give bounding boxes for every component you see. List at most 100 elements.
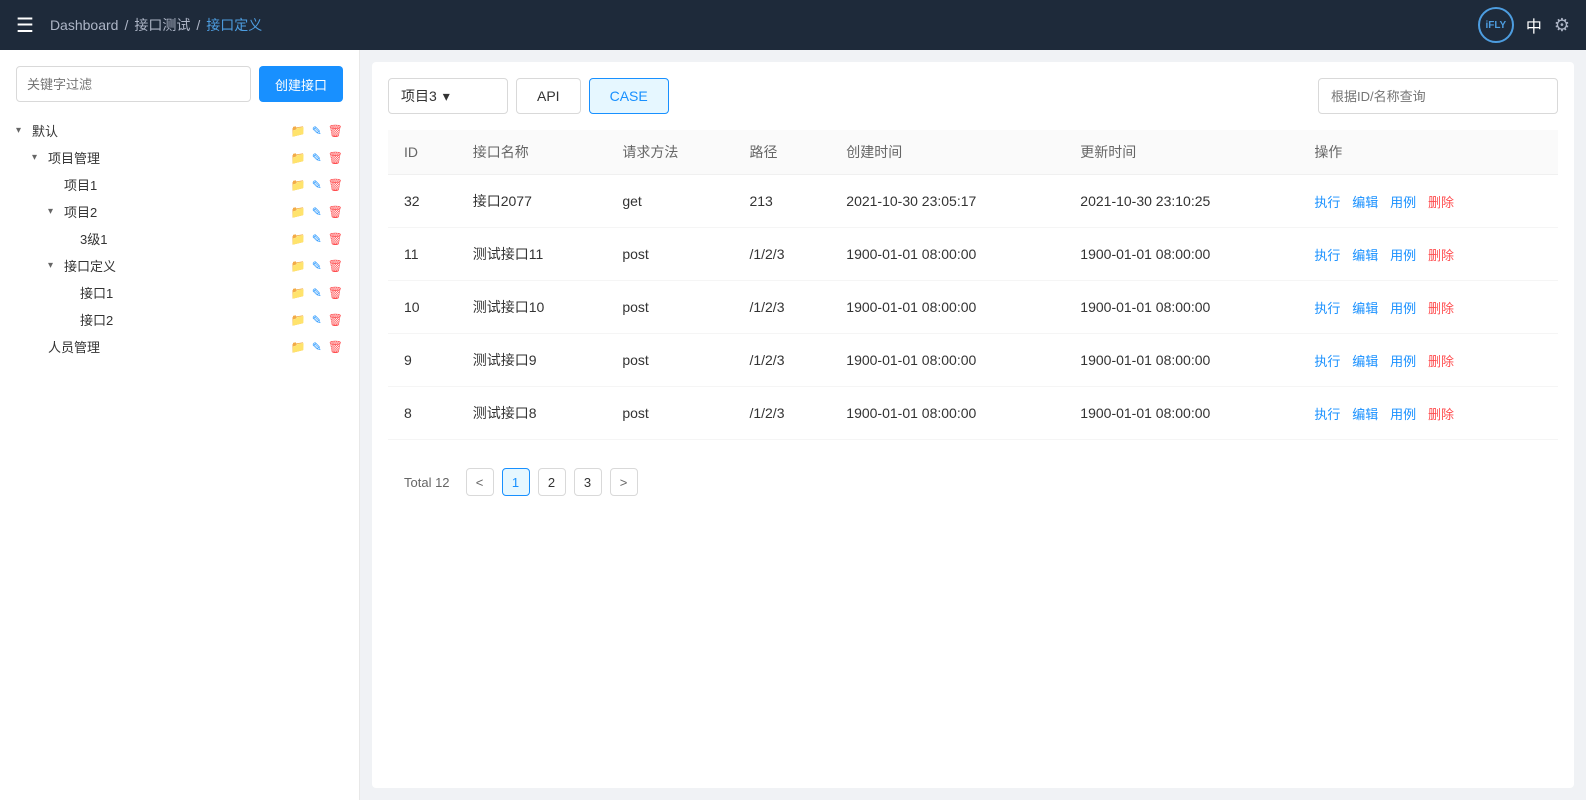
folder-icon-interface2[interactable]: 📁 — [291, 313, 306, 327]
edit-icon-project-mgmt[interactable]: ✎ — [312, 151, 322, 165]
action-execute[interactable]: 执行 — [1314, 248, 1340, 263]
content-toolbar: 项目3 ▾ API CASE — [388, 78, 1558, 114]
tree-row-project-mgmt[interactable]: ▾ 项目管理 📁 ✎ 🗑 — [32, 145, 343, 170]
data-table: ID 接口名称 请求方法 路径 创建时间 更新时间 操作 32 接口2077 g… — [388, 130, 1558, 440]
ifly-logo: iFLY — [1478, 7, 1514, 43]
hamburger-icon[interactable]: ☰ — [16, 13, 34, 38]
tree-row-interface-def[interactable]: ▾ 接口定义 📁 ✎ 🗑 — [48, 253, 343, 278]
tree-row-interface2[interactable]: ▸ 接口2 📁 ✎ 🗑 — [64, 307, 343, 332]
cell-path: /1/2/3 — [733, 387, 830, 440]
cell-method: post — [606, 387, 733, 440]
chevron-down-icon: ▾ — [443, 88, 450, 105]
cell-actions: 执行 编辑 用例 删除 — [1298, 281, 1558, 334]
action-edit[interactable]: 编辑 — [1352, 248, 1378, 263]
pagination-prev[interactable]: < — [466, 468, 494, 496]
action-edit[interactable]: 编辑 — [1352, 301, 1378, 316]
search-input[interactable] — [1318, 78, 1558, 114]
folder-icon-project2[interactable]: 📁 — [291, 205, 306, 219]
header-right: iFLY 中 ⚙ — [1478, 7, 1570, 43]
action-edit[interactable]: 编辑 — [1352, 354, 1378, 369]
cell-id: 32 — [388, 175, 457, 228]
action-delete[interactable]: 删除 — [1428, 407, 1454, 422]
action-usecase[interactable]: 用例 — [1390, 407, 1416, 422]
col-id: ID — [388, 130, 457, 175]
action-execute[interactable]: 执行 — [1314, 354, 1340, 369]
action-usecase[interactable]: 用例 — [1390, 301, 1416, 316]
settings-icon[interactable]: ⚙ — [1554, 15, 1570, 36]
tree-row-level3-1[interactable]: ▸ 3级1 📁 ✎ 🗑 — [64, 226, 343, 251]
cell-created: 1900-01-01 08:00:00 — [830, 228, 1064, 281]
delete-icon-project-mgmt[interactable]: 🗑 — [328, 151, 343, 165]
folder-icon-project1[interactable]: 📁 — [291, 178, 306, 192]
tree-node-level3-1: ▸ 3级1 📁 ✎ 🗑 — [64, 226, 343, 251]
pagination-next[interactable]: > — [610, 468, 638, 496]
table-header-row: ID 接口名称 请求方法 路径 创建时间 更新时间 操作 — [388, 130, 1558, 175]
create-interface-button[interactable]: 创建接口 — [259, 66, 343, 102]
tree-icons-interface1: 📁 ✎ 🗑 — [291, 286, 343, 300]
edit-icon-level3-1[interactable]: ✎ — [312, 232, 322, 246]
delete-icon-interface1[interactable]: 🗑 — [328, 286, 343, 300]
header: ☰ Dashboard / 接口测试 / 接口定义 iFLY 中 ⚙ — [0, 0, 1586, 50]
delete-icon-interface-def[interactable]: 🗑 — [328, 259, 343, 273]
tab-case[interactable]: CASE — [589, 78, 669, 114]
action-delete[interactable]: 删除 — [1428, 248, 1454, 263]
action-edit[interactable]: 编辑 — [1352, 195, 1378, 210]
pagination-page-2[interactable]: 2 — [538, 468, 566, 496]
edit-icon-interface2[interactable]: ✎ — [312, 313, 322, 327]
project-selector[interactable]: 项目3 ▾ — [388, 78, 508, 114]
pagination-page-3[interactable]: 3 — [574, 468, 602, 496]
col-updated: 更新时间 — [1064, 130, 1298, 175]
breadcrumb-dashboard[interactable]: Dashboard — [50, 17, 119, 33]
cell-path: /1/2/3 — [733, 281, 830, 334]
pagination: Total 12 < 1 2 3 > — [388, 460, 1558, 504]
breadcrumb-sep-1: / — [124, 17, 128, 33]
delete-icon-interface2[interactable]: 🗑 — [328, 313, 343, 327]
action-usecase[interactable]: 用例 — [1390, 195, 1416, 210]
tree-row-default[interactable]: ▾ 默认 📁 ✎ 🗑 — [16, 118, 343, 143]
folder-icon-interface-def[interactable]: 📁 — [291, 259, 306, 273]
pagination-page-1[interactable]: 1 — [502, 468, 530, 496]
cell-created: 1900-01-01 08:00:00 — [830, 334, 1064, 387]
edit-icon-interface1[interactable]: ✎ — [312, 286, 322, 300]
tree-row-personnel[interactable]: ▸ 人员管理 📁 ✎ 🗑 — [32, 334, 343, 359]
action-delete[interactable]: 删除 — [1428, 354, 1454, 369]
delete-icon-project1[interactable]: 🗑 — [328, 178, 343, 192]
action-execute[interactable]: 执行 — [1314, 407, 1340, 422]
folder-icon-personnel[interactable]: 📁 — [291, 340, 306, 354]
tree-node-interface2: ▸ 接口2 📁 ✎ 🗑 — [64, 307, 343, 332]
action-usecase[interactable]: 用例 — [1390, 248, 1416, 263]
tab-api[interactable]: API — [516, 78, 581, 114]
action-delete[interactable]: 删除 — [1428, 195, 1454, 210]
tree-label-project2: 项目2 — [64, 202, 287, 221]
folder-icon-interface1[interactable]: 📁 — [291, 286, 306, 300]
folder-icon-level3-1[interactable]: 📁 — [291, 232, 306, 246]
edit-icon-interface-def[interactable]: ✎ — [312, 259, 322, 273]
edit-icon-project2[interactable]: ✎ — [312, 205, 322, 219]
cell-updated: 1900-01-01 08:00:00 — [1064, 228, 1298, 281]
cell-id: 9 — [388, 334, 457, 387]
tree-row-project1[interactable]: ▸ 项目1 📁 ✎ 🗑 — [48, 172, 343, 197]
tree-icons-personnel: 📁 ✎ 🗑 — [291, 340, 343, 354]
action-edit[interactable]: 编辑 — [1352, 407, 1378, 422]
delete-icon-personnel[interactable]: 🗑 — [328, 340, 343, 354]
delete-icon-level3-1[interactable]: 🗑 — [328, 232, 343, 246]
action-execute[interactable]: 执行 — [1314, 301, 1340, 316]
tree-label-project1: 项目1 — [64, 175, 287, 194]
edit-icon-project1[interactable]: ✎ — [312, 178, 322, 192]
keyword-filter-input[interactable] — [16, 66, 251, 102]
edit-icon-personnel[interactable]: ✎ — [312, 340, 322, 354]
delete-icon-project2[interactable]: 🗑 — [328, 205, 343, 219]
folder-icon-default[interactable]: 📁 — [291, 124, 306, 138]
edit-icon-default[interactable]: ✎ — [312, 124, 322, 138]
language-button[interactable]: 中 — [1526, 13, 1542, 37]
tree-row-project2[interactable]: ▾ 项目2 📁 ✎ 🗑 — [48, 199, 343, 224]
folder-icon-project-mgmt[interactable]: 📁 — [291, 151, 306, 165]
action-usecase[interactable]: 用例 — [1390, 354, 1416, 369]
breadcrumb-interface-def[interactable]: 接口定义 — [206, 15, 262, 35]
tree-row-interface1[interactable]: ▸ 接口1 📁 ✎ 🗑 — [64, 280, 343, 305]
action-delete[interactable]: 删除 — [1428, 301, 1454, 316]
table-head: ID 接口名称 请求方法 路径 创建时间 更新时间 操作 — [388, 130, 1558, 175]
delete-icon-default[interactable]: 🗑 — [328, 124, 343, 138]
action-execute[interactable]: 执行 — [1314, 195, 1340, 210]
breadcrumb-interface-test[interactable]: 接口测试 — [134, 15, 190, 35]
